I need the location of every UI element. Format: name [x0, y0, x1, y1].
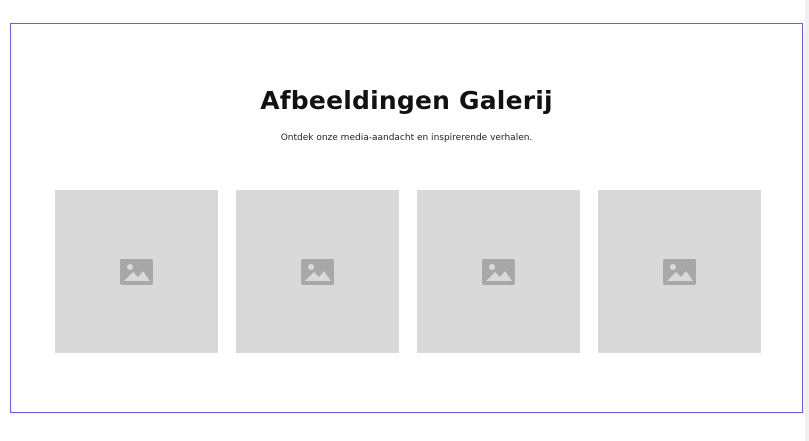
gallery-section: Afbeeldingen Galerij Ontdek onze media-a… [10, 23, 803, 413]
image-placeholder-icon [301, 258, 334, 285]
image-placeholder-icon [120, 258, 153, 285]
gallery-image-1[interactable] [55, 190, 218, 353]
gallery-subtitle: Ontdek onze media-aandacht en inspireren… [280, 133, 533, 143]
gallery-image-2[interactable] [236, 190, 399, 353]
gallery-image-3[interactable] [417, 190, 580, 353]
image-placeholder-icon [482, 258, 515, 285]
image-placeholder-icon [663, 258, 696, 285]
gallery-image-4[interactable] [598, 190, 761, 353]
scrollbar-track[interactable] [805, 0, 809, 441]
image-grid [55, 190, 761, 353]
gallery-title: Afbeeldingen Galerij [260, 86, 553, 115]
page: Afbeeldingen Galerij Ontdek onze media-a… [0, 0, 805, 441]
